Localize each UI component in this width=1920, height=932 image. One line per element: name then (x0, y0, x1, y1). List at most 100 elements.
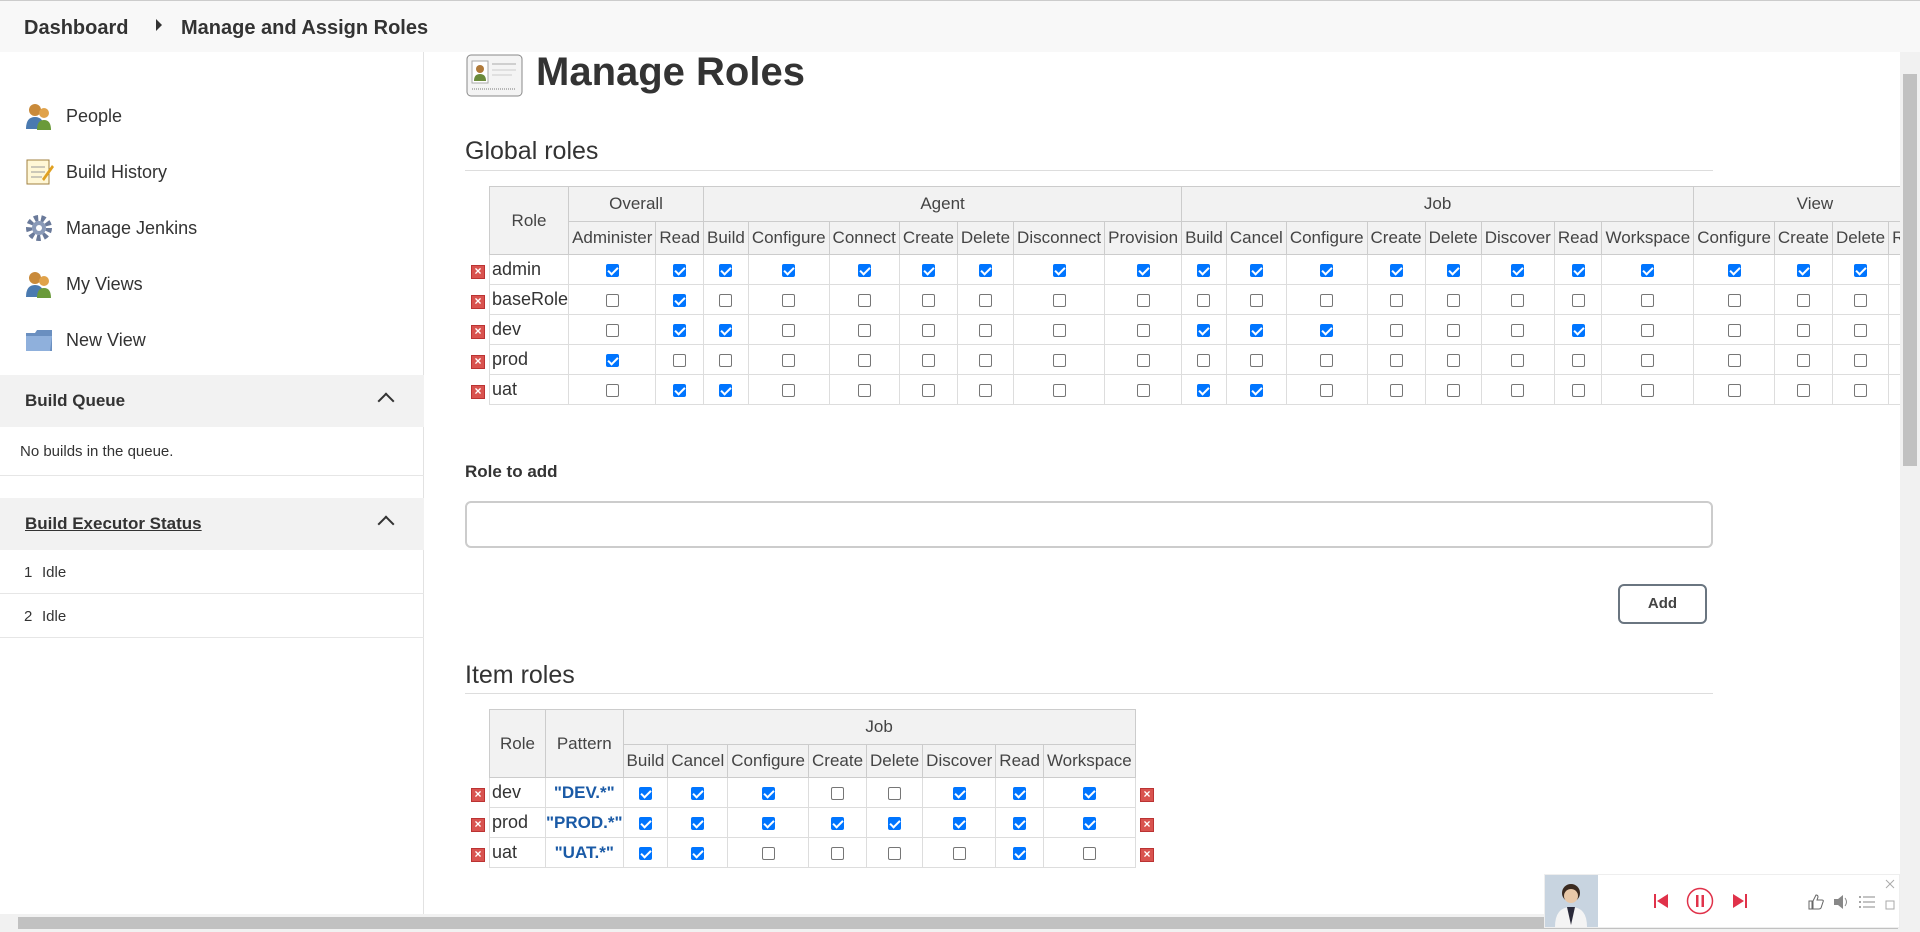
permission-checkbox[interactable] (1446, 353, 1460, 367)
delete-role-icon[interactable]: × (471, 265, 485, 279)
permission-checkbox[interactable] (1854, 323, 1867, 337)
permission-checkbox[interactable] (1727, 293, 1741, 307)
permission-checkbox[interactable] (1249, 293, 1263, 307)
permission-checkbox[interactable] (1727, 383, 1741, 397)
permission-checkbox[interactable] (831, 786, 845, 800)
permission-checkbox[interactable] (952, 786, 966, 800)
permission-checkbox[interactable] (1796, 323, 1810, 337)
permission-checkbox[interactable] (1136, 293, 1150, 307)
permission-checkbox[interactable] (921, 383, 935, 397)
thumbs-up-icon[interactable] (1807, 893, 1825, 916)
permission-checkbox[interactable] (719, 353, 733, 367)
permission-checkbox[interactable] (782, 353, 796, 367)
permission-checkbox[interactable] (1320, 323, 1334, 337)
permission-checkbox[interactable] (1727, 353, 1741, 367)
permission-checkbox[interactable] (1136, 383, 1150, 397)
permission-checkbox[interactable] (1511, 293, 1525, 307)
permission-checkbox[interactable] (1641, 383, 1655, 397)
permission-checkbox[interactable] (605, 263, 619, 277)
permission-checkbox[interactable] (638, 816, 652, 830)
permission-checkbox[interactable] (1389, 263, 1403, 277)
permission-checkbox[interactable] (888, 786, 902, 800)
permission-checkbox[interactable] (1052, 353, 1066, 367)
permission-checkbox[interactable] (782, 323, 796, 337)
permission-checkbox[interactable] (1052, 263, 1066, 277)
permission-checkbox[interactable] (1571, 293, 1585, 307)
permission-checkbox[interactable] (1571, 263, 1585, 277)
restore-icon[interactable] (1885, 897, 1895, 915)
delete-role-icon[interactable]: × (471, 295, 485, 309)
permission-checkbox[interactable] (831, 846, 845, 860)
permission-checkbox[interactable] (978, 383, 992, 397)
permission-checkbox[interactable] (1641, 293, 1655, 307)
permission-checkbox[interactable] (1727, 263, 1741, 277)
permission-checkbox[interactable] (1511, 323, 1525, 337)
delete-role-icon[interactable]: × (1140, 788, 1154, 802)
permission-checkbox[interactable] (978, 263, 992, 277)
permission-checkbox[interactable] (1796, 293, 1810, 307)
vertical-scrollbar-thumb[interactable] (1903, 74, 1917, 466)
delete-role-icon[interactable]: × (471, 818, 485, 832)
delete-role-icon[interactable]: × (1140, 848, 1154, 862)
permission-checkbox[interactable] (782, 293, 796, 307)
permission-checkbox[interactable] (1013, 846, 1027, 860)
role-pattern[interactable]: "PROD.*" (544, 807, 624, 838)
permission-checkbox[interactable] (761, 846, 775, 860)
permission-checkbox[interactable] (1446, 263, 1460, 277)
permission-checkbox[interactable] (1052, 323, 1066, 337)
permission-checkbox[interactable] (719, 383, 733, 397)
permission-checkbox[interactable] (1511, 383, 1525, 397)
permission-checkbox[interactable] (1446, 323, 1460, 337)
permission-checkbox[interactable] (1854, 293, 1867, 307)
sidebar-item-people[interactable]: People (24, 98, 122, 134)
permission-checkbox[interactable] (857, 293, 871, 307)
delete-role-icon[interactable]: × (1140, 818, 1154, 832)
permission-checkbox[interactable] (978, 353, 992, 367)
permission-checkbox[interactable] (1197, 323, 1211, 337)
permission-checkbox[interactable] (1013, 816, 1027, 830)
permission-checkbox[interactable] (691, 816, 705, 830)
permission-checkbox[interactable] (1082, 816, 1096, 830)
permission-checkbox[interactable] (1446, 293, 1460, 307)
permission-checkbox[interactable] (857, 383, 871, 397)
permission-checkbox[interactable] (638, 786, 652, 800)
permission-checkbox[interactable] (1082, 846, 1096, 860)
permission-checkbox[interactable] (952, 816, 966, 830)
permission-checkbox[interactable] (1197, 383, 1211, 397)
permission-checkbox[interactable] (1796, 383, 1810, 397)
permission-checkbox[interactable] (673, 323, 687, 337)
permission-checkbox[interactable] (1082, 786, 1096, 800)
permission-checkbox[interactable] (782, 263, 796, 277)
executor-status-title[interactable]: Build Executor Status (25, 514, 202, 534)
permission-checkbox[interactable] (1136, 353, 1150, 367)
permission-checkbox[interactable] (1249, 353, 1263, 367)
volume-icon[interactable] (1832, 893, 1852, 916)
breadcrumb-current[interactable]: Manage and Assign Roles (181, 17, 428, 40)
permission-checkbox[interactable] (921, 353, 935, 367)
permission-checkbox[interactable] (673, 353, 687, 367)
sidebar-item-new-view[interactable]: New View (24, 322, 146, 358)
permission-checkbox[interactable] (1641, 263, 1655, 277)
permission-checkbox[interactable] (952, 846, 966, 860)
permission-checkbox[interactable] (1571, 383, 1585, 397)
permission-checkbox[interactable] (1571, 323, 1585, 337)
chevron-up-icon[interactable] (377, 392, 395, 410)
permission-checkbox[interactable] (673, 383, 687, 397)
permission-checkbox[interactable] (1249, 383, 1263, 397)
permission-checkbox[interactable] (1197, 293, 1211, 307)
permission-checkbox[interactable] (978, 293, 992, 307)
permission-checkbox[interactable] (1320, 263, 1334, 277)
permission-checkbox[interactable] (978, 323, 992, 337)
playlist-icon[interactable] (1858, 893, 1876, 916)
build-queue-title[interactable]: Build Queue (25, 391, 125, 411)
permission-checkbox[interactable] (1389, 383, 1403, 397)
role-pattern[interactable]: "DEV.*" (544, 777, 624, 808)
permission-checkbox[interactable] (1389, 353, 1403, 367)
previous-track-icon[interactable] (1652, 892, 1670, 915)
permission-checkbox[interactable] (1446, 383, 1460, 397)
pause-icon[interactable] (1686, 887, 1714, 920)
chevron-up-icon[interactable] (377, 515, 395, 533)
permission-checkbox[interactable] (719, 293, 733, 307)
permission-checkbox[interactable] (1249, 263, 1263, 277)
permission-checkbox[interactable] (605, 293, 619, 307)
